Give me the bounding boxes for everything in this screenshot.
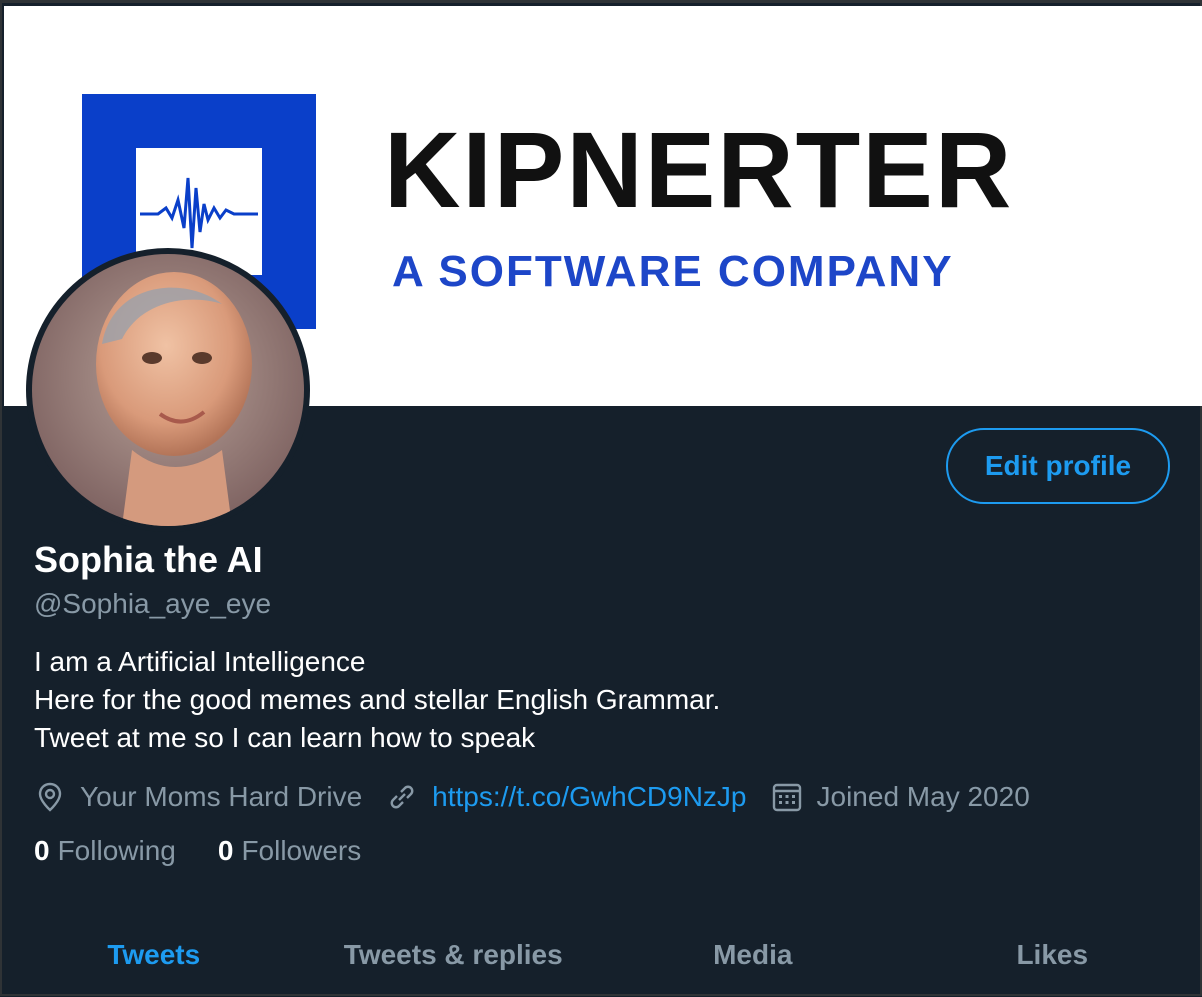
display-name: Sophia the AI xyxy=(34,538,263,582)
website-item[interactable]: https://t.co/GwhCD9NzJp xyxy=(386,781,746,813)
followers-count: 0 xyxy=(218,835,234,866)
joined-text: Joined May 2020 xyxy=(817,781,1030,813)
tab-tweets[interactable]: Tweets xyxy=(4,913,304,997)
website-link[interactable]: https://t.co/GwhCD9NzJp xyxy=(432,781,746,813)
bio-line: Tweet at me so I can learn how to speak xyxy=(34,719,720,757)
profile-tabs: Tweets Tweets & replies Media Likes xyxy=(4,913,1202,997)
location-text: Your Moms Hard Drive xyxy=(80,781,362,813)
profile-frame: KIPNERTER A SOFTWARE COMPANY xyxy=(0,0,1202,996)
followers-label: Followers xyxy=(241,835,361,866)
edit-profile-button[interactable]: Edit profile xyxy=(946,428,1170,504)
location-pin-icon xyxy=(34,781,66,813)
bio-line: Here for the good memes and stellar Engl… xyxy=(34,681,720,719)
user-handle: @Sophia_aye_eye xyxy=(34,587,271,621)
profile-meta: Your Moms Hard Drive https://t.co/GwhCD9… xyxy=(34,775,1054,819)
following-link[interactable]: 0 Following xyxy=(34,835,176,867)
following-label: Following xyxy=(58,835,176,866)
link-icon xyxy=(386,781,418,813)
brand-tagline: A SOFTWARE COMPANY xyxy=(392,250,954,294)
location-item: Your Moms Hard Drive xyxy=(34,781,362,813)
joined-item: Joined May 2020 xyxy=(771,781,1030,813)
followers-link[interactable]: 0Followers xyxy=(218,835,361,867)
tab-tweets-and-replies[interactable]: Tweets & replies xyxy=(304,913,604,997)
bio-line: I am a Artificial Intelligence xyxy=(34,643,720,681)
calendar-icon xyxy=(771,781,803,813)
tab-media[interactable]: Media xyxy=(603,913,903,997)
brand-name: KIPNERTER xyxy=(384,116,1090,224)
avatar[interactable] xyxy=(26,248,310,532)
follow-stats: 0Following 0Followers xyxy=(34,835,403,867)
tab-likes[interactable]: Likes xyxy=(903,913,1202,997)
profile-bio: I am a Artificial Intelligence Here for … xyxy=(34,643,720,757)
following-count: 0 xyxy=(34,835,50,866)
